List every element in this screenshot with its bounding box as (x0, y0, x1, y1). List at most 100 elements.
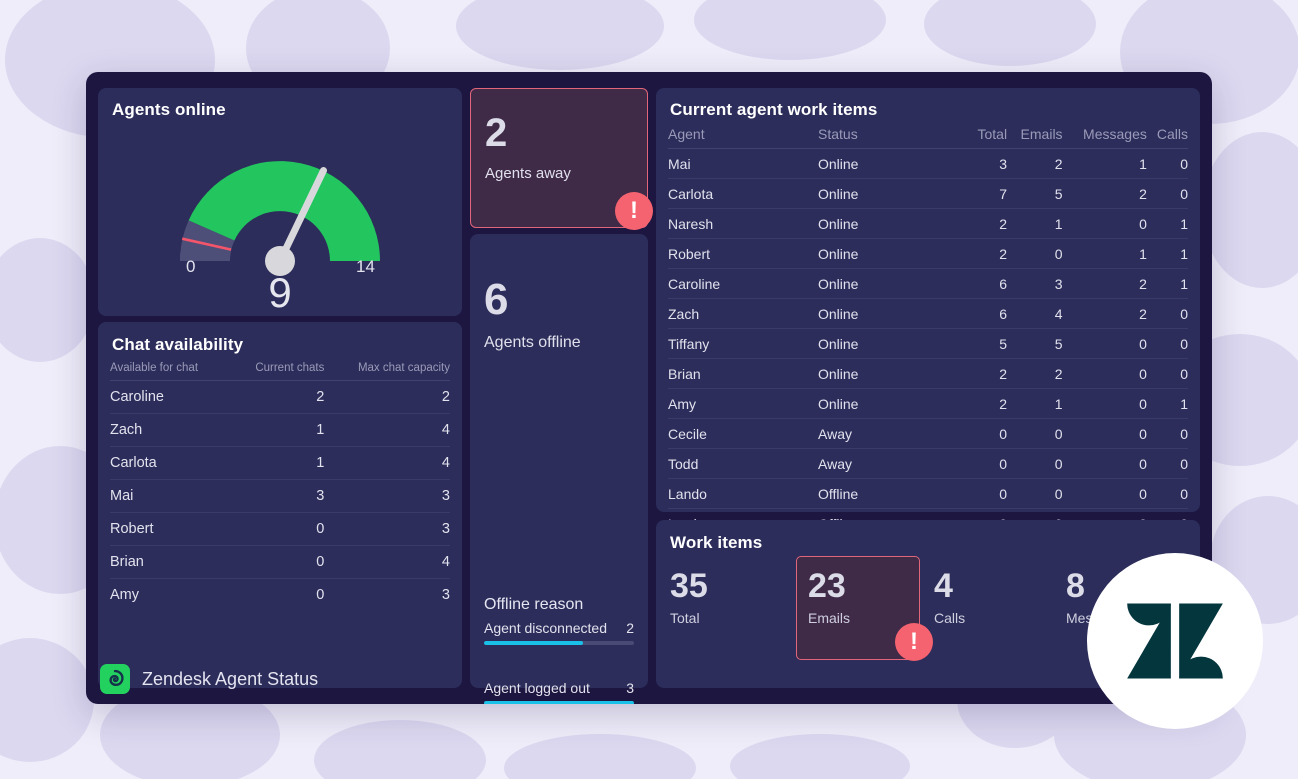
cell-status: Away (818, 418, 968, 449)
column-header-current-chats: Current chats (230, 362, 325, 381)
cell-emails: 4 (1007, 298, 1063, 329)
table-row: Lando Offline 0 0 0 0 (668, 478, 1188, 509)
cell-calls: 0 (1146, 478, 1188, 509)
alert-exclamation-icon[interactable]: ! (615, 192, 653, 230)
cell-max: 3 (324, 512, 450, 546)
dashboard-panel: Agents online 0 14 9 Chat availability A… (86, 72, 1212, 704)
offline-reason-bar-fill (484, 701, 634, 704)
table-header-row: Agent Status Total Emails Messages Calls (668, 126, 1188, 149)
offline-reason-bar-track (484, 641, 634, 645)
cell-emails: 1 (1007, 208, 1063, 239)
cell-messages: 0 (1062, 388, 1147, 419)
cell-total: 0 (968, 448, 1008, 479)
table-row: Todd Away 0 0 0 0 (668, 448, 1188, 479)
cell-messages: 0 (1062, 328, 1147, 359)
work-items-calls-label: Calls (934, 610, 966, 626)
cell-emails: 0 (1007, 478, 1063, 509)
table-row: Brian 0 4 (110, 545, 450, 579)
cell-name: Mai (110, 479, 231, 513)
offline-reason-value: 2 (626, 620, 634, 636)
cell-max: 4 (324, 545, 450, 579)
table-row: Robert Online 2 0 1 1 (668, 238, 1188, 269)
cell-messages: 1 (1062, 148, 1147, 179)
cell-calls: 1 (1146, 238, 1188, 269)
cell-total: 2 (968, 388, 1008, 419)
cell-status: Online (818, 298, 968, 329)
agents-offline-label: Agents offline (484, 334, 581, 351)
cell-calls: 0 (1146, 298, 1188, 329)
column-header-status: Status (818, 126, 968, 149)
table-row: Carlota Online 7 5 2 0 (668, 178, 1188, 209)
cell-agent: Cecile (668, 418, 818, 449)
agents-offline-card: 6 Agents offline Offline reason Agent di… (470, 234, 648, 704)
column-header-max-chat-capacity: Max chat capacity (324, 362, 450, 381)
work-items-emails-value: 23 (808, 567, 846, 605)
work-items-stat-calls: 4 Calls (934, 568, 965, 626)
cell-status: Away (818, 448, 968, 479)
cell-agent: Carlota (668, 178, 818, 209)
cell-calls: 0 (1146, 328, 1188, 359)
cell-total: 5 (968, 328, 1008, 359)
cell-name: Robert (110, 512, 231, 546)
chat-availability-card: Chat availability Available for chat Cur… (98, 322, 462, 688)
work-items-calls-value: 4 (934, 567, 953, 605)
footer-brand: Zendesk Agent Status (100, 664, 318, 694)
cell-agent: Robert (668, 238, 818, 269)
work-items-title: Work items (670, 533, 763, 552)
table-row: Caroline 2 2 (110, 380, 450, 414)
cell-agent: Tiffany (668, 328, 818, 359)
column-header-total: Total (968, 126, 1008, 149)
cell-messages: 2 (1062, 178, 1147, 209)
footer-title: Zendesk Agent Status (142, 668, 319, 689)
dashboard-screenshot: Agents online 0 14 9 Chat availability A… (0, 0, 1298, 779)
cell-status: Online (818, 328, 968, 359)
cell-emails: 1 (1007, 388, 1063, 419)
cell-messages: 2 (1062, 298, 1147, 329)
cell-emails: 0 (1007, 448, 1063, 479)
column-header-emails: Emails (1007, 126, 1063, 149)
cell-total: 6 (968, 298, 1008, 329)
cell-emails: 2 (1007, 358, 1063, 389)
work-items-messages-value: 8 (1066, 567, 1085, 605)
cell-emails: 3 (1007, 268, 1063, 299)
current-agent-work-items-table: Agent Status Total Emails Messages Calls… (668, 126, 1188, 538)
offline-reason-bar-fill (484, 641, 583, 645)
cell-status: Online (818, 208, 968, 239)
offline-reason-title: Offline reason (484, 596, 584, 613)
cell-status: Online (818, 358, 968, 389)
table-row: Amy 0 3 (110, 579, 450, 612)
cell-messages: 2 (1062, 268, 1147, 299)
offline-reason-row: Agent disconnected 2 (484, 620, 634, 645)
offline-reason-value: 3 (626, 680, 634, 696)
cell-name: Caroline (110, 380, 231, 414)
cell-name: Zach (110, 413, 231, 447)
cell-agent: Lando (668, 478, 818, 509)
cell-total: 7 (968, 178, 1008, 209)
cell-messages: 0 (1062, 448, 1147, 479)
agents-online-gauge: 0 14 9 (98, 114, 462, 314)
cell-total: 6 (968, 268, 1008, 299)
offline-reason-bar-track (484, 701, 634, 704)
cell-emails: 0 (1007, 238, 1063, 269)
cell-agent: Todd (668, 448, 818, 479)
alert-exclamation-icon-emails[interactable]: ! (895, 623, 933, 661)
cell-agent: Mai (668, 148, 818, 179)
chat-availability-table: Available for chat Current chats Max cha… (110, 362, 450, 611)
agents-online-card: Agents online 0 14 9 (98, 88, 462, 316)
cell-messages: 0 (1062, 208, 1147, 239)
cell-max: 3 (441, 587, 450, 603)
table-row: Mai 3 3 (110, 479, 450, 513)
agents-away-value: 2 (485, 111, 508, 155)
cell-current: 0 (230, 545, 325, 579)
column-header-calls: Calls (1146, 126, 1188, 149)
column-header-messages: Messages (1062, 126, 1147, 149)
cell-calls: 1 (1146, 208, 1188, 239)
cell-max: 2 (324, 380, 450, 414)
table-row: Amy Online 2 1 0 1 (668, 388, 1188, 419)
table-row: Zach 1 4 (110, 413, 450, 447)
table-row: Robert 0 3 (110, 512, 450, 546)
cell-total: 0 (968, 478, 1008, 509)
cell-status: Online (818, 388, 968, 419)
cell-name: Brian (110, 545, 231, 579)
cell-calls: 0 (1146, 358, 1188, 389)
